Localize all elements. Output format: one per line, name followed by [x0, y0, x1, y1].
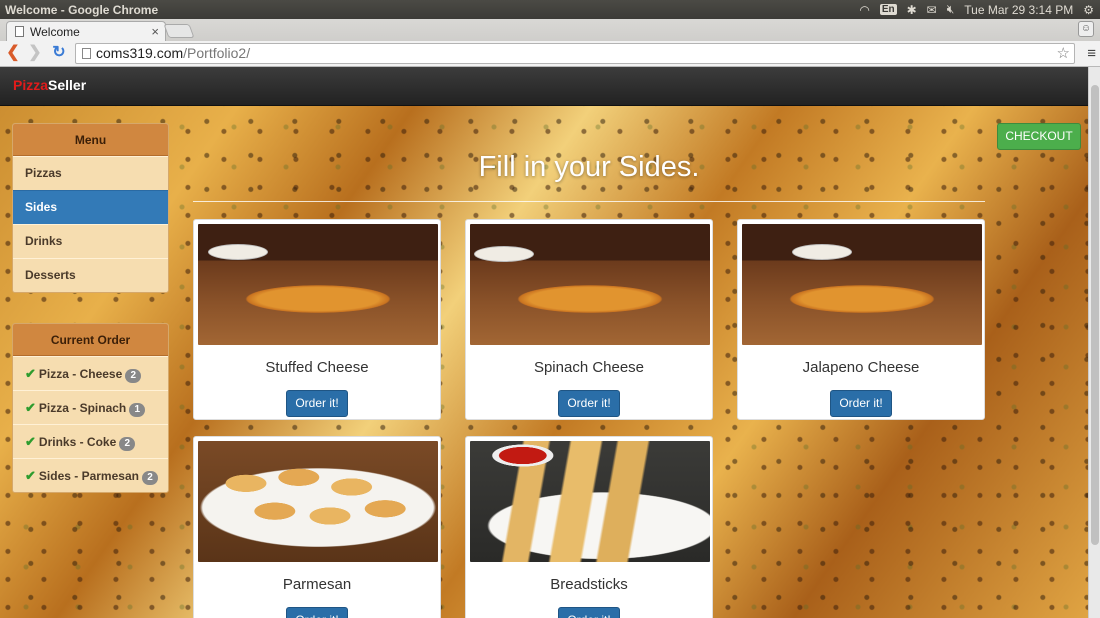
- heading-divider: [193, 201, 985, 202]
- order-item[interactable]: ✔ Pizza - Cheese 2: [13, 356, 168, 390]
- volume-muted-icon[interactable]: 🔇︎: [947, 2, 955, 17]
- address-bar[interactable]: coms319.com/Portfolio2/ ☆: [75, 43, 1075, 64]
- menu-item-desserts[interactable]: Desserts: [13, 258, 168, 292]
- clock[interactable]: Tue Mar 29 3:14 PM: [964, 3, 1073, 17]
- order-button[interactable]: Order it!: [286, 607, 348, 618]
- order-button[interactable]: Order it!: [830, 390, 892, 417]
- product-name: Spinach Cheese: [533, 359, 645, 376]
- product-image: [470, 224, 710, 345]
- forward-arrow-icon[interactable]: ❯: [26, 44, 44, 62]
- product-card: Breadsticks Order it!: [465, 436, 713, 618]
- keyboard-layout-indicator[interactable]: En: [879, 4, 897, 15]
- reload-icon[interactable]: ↻: [50, 44, 68, 62]
- quantity-badge: 2: [125, 369, 142, 383]
- page-viewport: PizzaSeller Menu Pizzas Sides Drinks Des…: [0, 67, 1088, 618]
- chrome-menu-icon[interactable]: ≡: [1087, 45, 1096, 62]
- url-host: coms319.com: [96, 45, 184, 61]
- order-button[interactable]: Order it!: [286, 390, 348, 417]
- order-item[interactable]: ✔ Pizza - Spinach 1: [13, 390, 168, 424]
- os-top-bar: Welcome - Google Chrome ◠ En ✱ ✉ 🔇︎ Tue …: [0, 0, 1100, 19]
- product-image: [198, 441, 438, 562]
- product-card: Parmesan Order it!: [193, 436, 441, 618]
- product-image: [198, 224, 438, 345]
- checkmark-icon: ✔: [25, 400, 36, 415]
- quantity-badge: 1: [129, 403, 146, 417]
- url-path: /Portfolio2/: [183, 45, 251, 61]
- bluetooth-icon[interactable]: ✱: [907, 3, 917, 17]
- menu-item-pizzas[interactable]: Pizzas: [13, 156, 168, 190]
- menu-item-drinks[interactable]: Drinks: [13, 224, 168, 258]
- settings-gear-icon[interactable]: ⚙: [1083, 3, 1094, 17]
- quantity-badge: 2: [141, 471, 158, 485]
- browser-tab-welcome[interactable]: Welcome ×: [6, 21, 166, 41]
- page-info-icon[interactable]: [82, 48, 91, 59]
- checkmark-icon: ✔: [25, 468, 36, 483]
- window-title: Welcome - Google Chrome: [5, 2, 159, 17]
- order-item-label: Drinks - Coke: [38, 435, 117, 449]
- profile-icon[interactable]: ☺: [1078, 21, 1094, 37]
- brand-logo[interactable]: PizzaSeller: [13, 77, 86, 93]
- order-item[interactable]: ✔ Drinks - Coke 2: [13, 424, 168, 458]
- checkmark-icon: ✔: [25, 366, 36, 381]
- product-name: Stuffed Cheese: [265, 359, 369, 376]
- bookmark-star-icon[interactable]: ☆: [1057, 44, 1070, 63]
- back-arrow-icon[interactable]: ❮: [4, 44, 22, 62]
- new-tab-button[interactable]: [163, 24, 195, 38]
- close-tab-icon[interactable]: ×: [151, 24, 159, 39]
- product-name: Parmesan: [282, 576, 352, 593]
- order-button[interactable]: Order it!: [558, 390, 620, 417]
- checkmark-icon: ✔: [25, 434, 36, 449]
- brand-part-seller: Seller: [48, 77, 87, 93]
- system-tray: ◠ En ✱ ✉ 🔇︎ Tue Mar 29 3:14 PM ⚙: [859, 2, 1100, 17]
- site-navbar: PizzaSeller: [0, 67, 1088, 106]
- wifi-icon[interactable]: ◠: [859, 3, 869, 17]
- product-name: Breadsticks: [550, 576, 628, 593]
- page-scrollbar[interactable]: [1088, 67, 1100, 618]
- current-order-title: Current Order: [13, 324, 168, 356]
- browser-toolbar: ❮ ❯ ↻ coms319.com/Portfolio2/ ☆ ≡: [0, 41, 1100, 67]
- product-name: Jalapeno Cheese: [802, 359, 920, 376]
- product-card: Stuffed Cheese Order it!: [193, 219, 441, 420]
- menu-panel: Menu Pizzas Sides Drinks Desserts: [12, 123, 169, 293]
- tab-title: Welcome: [30, 24, 80, 39]
- product-image: [470, 441, 710, 562]
- order-button[interactable]: Order it!: [558, 607, 620, 618]
- scrollbar-thumb[interactable]: [1091, 85, 1099, 545]
- current-order-panel: Current Order ✔ Pizza - Cheese 2 ✔ Pizza - …: [12, 323, 169, 493]
- order-item-label: Pizza - Spinach: [38, 401, 127, 415]
- order-item-label: Pizza - Cheese: [38, 367, 123, 381]
- browser-tab-strip: Welcome × ☺: [0, 19, 1100, 41]
- mail-icon[interactable]: ✉: [927, 3, 937, 17]
- checkout-button[interactable]: CHECKOUT: [997, 123, 1081, 150]
- page-icon: [15, 26, 24, 37]
- page-heading: Fill in your Sides.: [478, 151, 700, 183]
- product-card: Jalapeno Cheese Order it!: [737, 219, 985, 420]
- menu-item-sides[interactable]: Sides: [13, 190, 168, 224]
- order-item[interactable]: ✔ Sides - Parmesan 2: [13, 458, 168, 492]
- product-image: [742, 224, 982, 345]
- brand-part-pizza: Pizza: [13, 77, 49, 93]
- product-card: Spinach Cheese Order it!: [465, 219, 713, 420]
- quantity-badge: 2: [119, 437, 136, 451]
- order-item-label: Sides - Parmesan: [38, 469, 139, 483]
- menu-panel-title: Menu: [13, 124, 168, 156]
